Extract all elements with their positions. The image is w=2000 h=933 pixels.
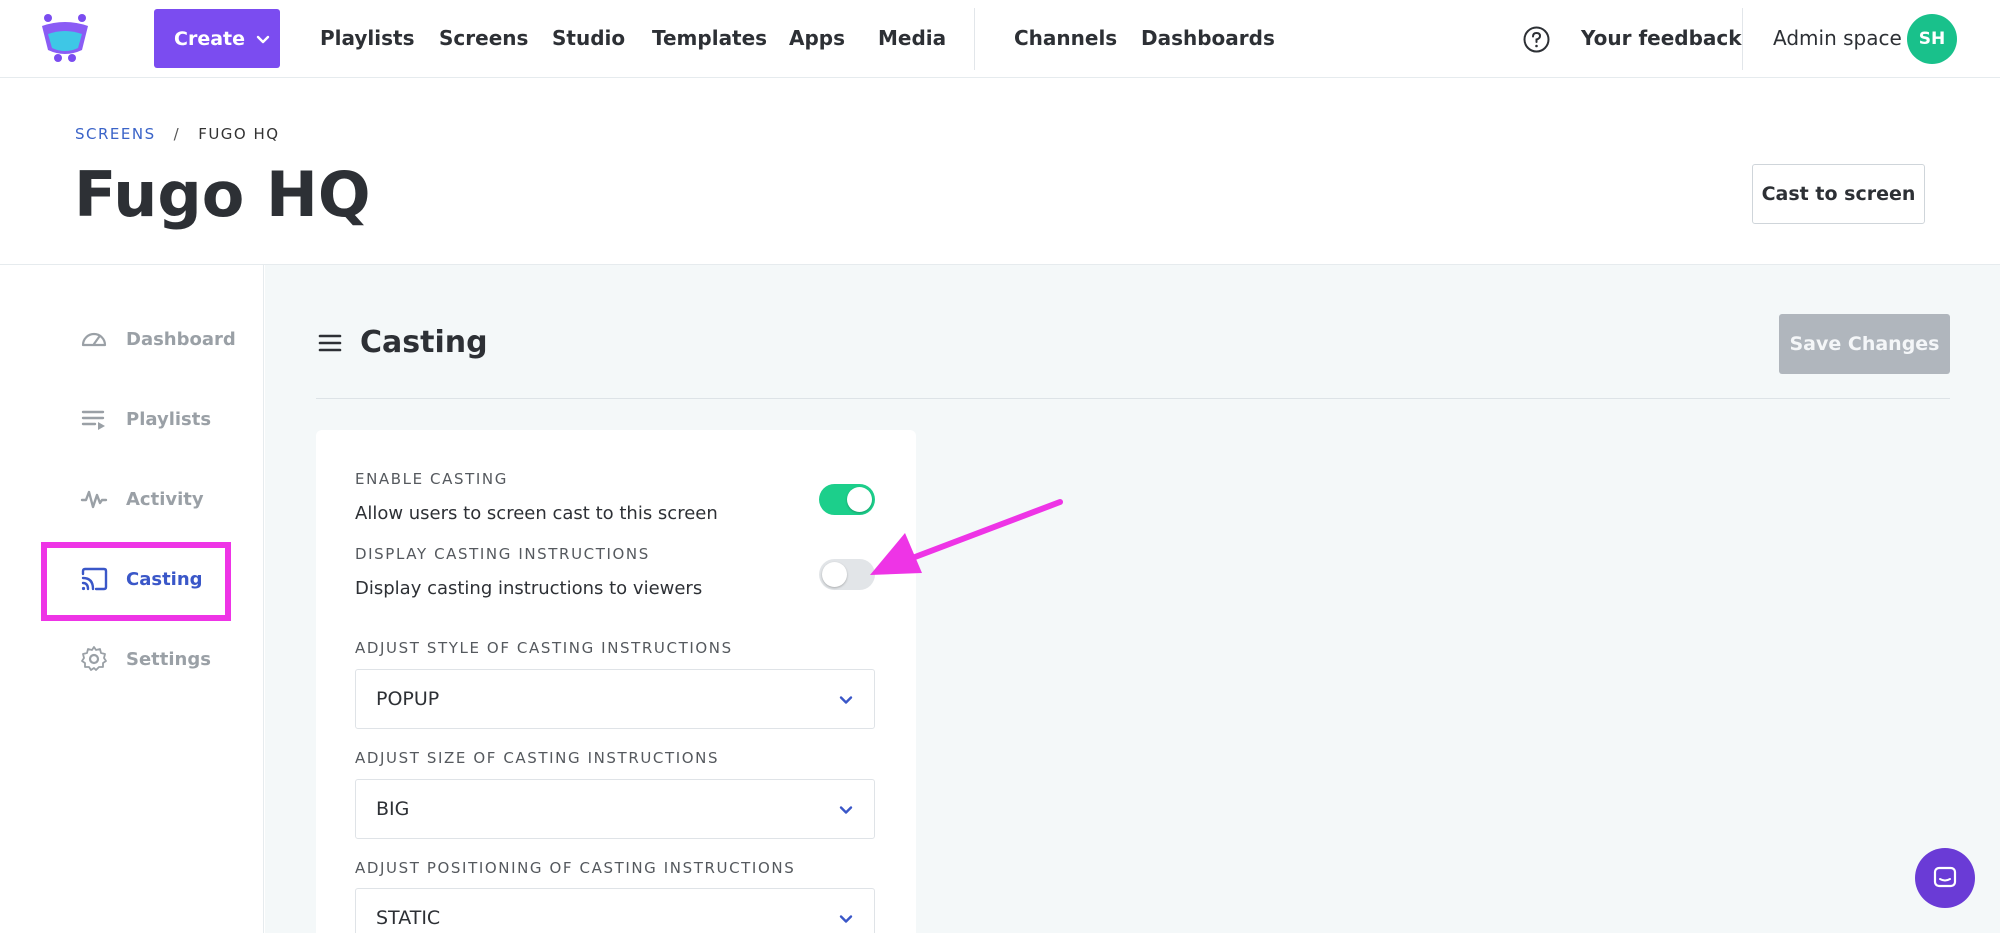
- toggle-knob: [847, 487, 872, 512]
- enable-casting-toggle[interactable]: [819, 484, 875, 515]
- nav-studio[interactable]: Studio: [552, 26, 625, 50]
- breadcrumb-screens[interactable]: SCREENS: [75, 125, 156, 143]
- positioning-select-label: ADJUST POSITIONING OF CASTING INSTRUCTIO…: [355, 859, 796, 877]
- chevron-down-icon: [839, 696, 853, 704]
- cast-to-screen-button[interactable]: Cast to screen: [1752, 164, 1925, 224]
- nav-apps[interactable]: Apps: [789, 26, 845, 50]
- create-button-label: Create: [174, 27, 245, 50]
- gear-icon: [81, 646, 107, 671]
- nav-screens[interactable]: Screens: [439, 26, 528, 50]
- enable-casting-label: ENABLE CASTING: [355, 470, 508, 488]
- sidebar-item-settings[interactable]: Settings: [80, 645, 211, 673]
- display-instructions-label: DISPLAY CASTING INSTRUCTIONS: [355, 545, 650, 563]
- enable-casting-description: Allow users to screen cast to this scree…: [355, 503, 718, 524]
- chat-icon: [1933, 866, 1957, 888]
- nav-playlists[interactable]: Playlists: [320, 26, 415, 50]
- size-select[interactable]: BIG: [355, 779, 875, 839]
- sidebar-item-label: Settings: [126, 648, 211, 670]
- display-instructions-description: Display casting instructions to viewers: [355, 578, 703, 599]
- chevron-down-icon: [256, 35, 270, 43]
- help-icon[interactable]: [1523, 26, 1550, 53]
- sidebar-item-label: Activity: [126, 488, 204, 510]
- display-instructions-toggle[interactable]: [819, 559, 875, 590]
- size-select-label: ADJUST SIZE OF CASTING INSTRUCTIONS: [355, 749, 720, 767]
- nav-channels[interactable]: Channels: [1014, 26, 1117, 50]
- nav-templates[interactable]: Templates: [652, 26, 767, 50]
- gauge-icon: [81, 332, 107, 347]
- nav-divider: [974, 8, 975, 70]
- sidebar-item-playlists[interactable]: Playlists: [80, 405, 211, 433]
- chevron-down-icon: [839, 915, 853, 923]
- page-header: SCREENS / FUGO HQ Fugo HQ Cast to screen: [0, 78, 2000, 265]
- chevron-down-icon: [839, 806, 853, 814]
- cast-icon: [81, 567, 108, 591]
- sidebar: Dashboard Playlists Activity Casting Set…: [0, 265, 264, 933]
- fugo-logo-icon[interactable]: [38, 12, 92, 64]
- playlist-icon: [81, 410, 105, 430]
- sidebar-item-label: Dashboard: [126, 328, 236, 350]
- activity-icon: [80, 490, 108, 509]
- style-select-value: POPUP: [376, 688, 440, 710]
- workspace-switcher[interactable]: Admin space: [1773, 26, 1902, 50]
- nav-media[interactable]: Media: [878, 26, 946, 50]
- size-select-value: BIG: [376, 798, 410, 820]
- hamburger-menu-icon[interactable]: [318, 333, 342, 353]
- positioning-select[interactable]: STATIC: [355, 888, 875, 933]
- avatar-initials: SH: [1918, 29, 1946, 49]
- breadcrumb-current: FUGO HQ: [198, 125, 280, 143]
- create-button[interactable]: Create: [154, 9, 280, 68]
- style-select[interactable]: POPUP: [355, 669, 875, 729]
- avatar[interactable]: SH: [1907, 14, 1957, 64]
- top-navigation: Create Playlists Screens Studio Template…: [0, 0, 2000, 78]
- sidebar-item-dashboard[interactable]: Dashboard: [80, 325, 236, 353]
- positioning-select-value: STATIC: [376, 907, 441, 929]
- nav-divider: [1742, 8, 1743, 70]
- style-select-label: ADJUST STYLE OF CASTING INSTRUCTIONS: [355, 639, 733, 657]
- nav-dashboards[interactable]: Dashboards: [1141, 26, 1275, 50]
- breadcrumb: SCREENS / FUGO HQ: [75, 125, 280, 143]
- feedback-link[interactable]: Your feedback: [1581, 26, 1742, 50]
- sidebar-item-activity[interactable]: Activity: [80, 485, 204, 513]
- section-title: Casting: [360, 325, 488, 360]
- sidebar-item-label: Casting: [126, 568, 203, 590]
- chat-support-button[interactable]: [1915, 848, 1975, 908]
- page-title: Fugo HQ: [74, 158, 371, 231]
- breadcrumb-separator: /: [173, 125, 181, 143]
- save-changes-button[interactable]: Save Changes: [1779, 314, 1950, 374]
- sidebar-item-label: Playlists: [126, 408, 212, 430]
- toggle-knob: [822, 562, 847, 587]
- sidebar-item-casting[interactable]: Casting: [80, 565, 203, 593]
- section-divider: [316, 398, 1950, 399]
